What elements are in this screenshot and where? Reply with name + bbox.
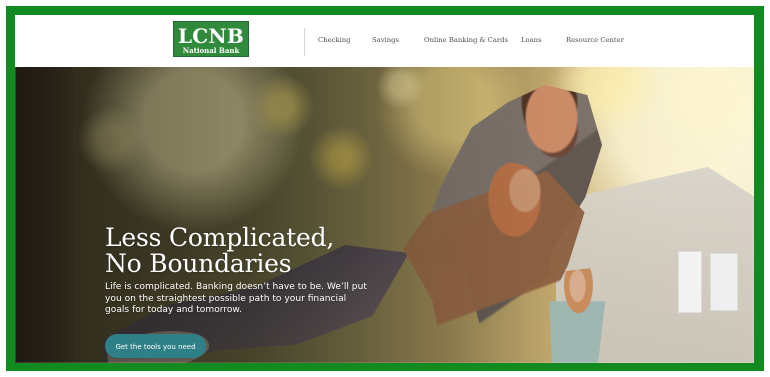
nav-checking[interactable]: Checking (318, 36, 358, 44)
website-screenshot: LCNB National Bank Checking Savings Onli… (0, 0, 770, 377)
primary-navigation: Checking Savings Online Banking & Cards … (318, 33, 624, 47)
navigation-divider (304, 28, 305, 56)
hero-banner: Less Complicated, No Boundaries Life is … (15, 67, 756, 370)
site-header: LCNB National Bank Checking Savings Onli… (15, 15, 756, 67)
nav-savings[interactable]: Savings (372, 36, 402, 44)
hero-title-line-2: No Boundaries (105, 249, 292, 278)
nav-resource-center[interactable]: Resource Center (566, 36, 624, 44)
logo-main-text: LCNB (178, 24, 244, 48)
logo-subtitle-text: National Bank (182, 46, 240, 55)
get-tools-button[interactable]: Get the tools you need (105, 334, 206, 358)
hero-title-line-1: Less Complicated, (105, 223, 335, 252)
hero-title: Less Complicated, No Boundaries (105, 225, 385, 277)
hero-content: Less Complicated, No Boundaries Life is … (105, 225, 385, 358)
lcnb-logo-icon[interactable]: LCNB National Bank (173, 21, 249, 57)
nav-online-banking-cards[interactable]: Online Banking & Cards (424, 36, 508, 44)
bottom-white-margin (0, 370, 770, 377)
nav-loans[interactable]: Loans (521, 36, 544, 44)
hero-description: Life is complicated. Banking doesn’t hav… (105, 282, 367, 315)
hero-dark-overlay (15, 67, 756, 370)
